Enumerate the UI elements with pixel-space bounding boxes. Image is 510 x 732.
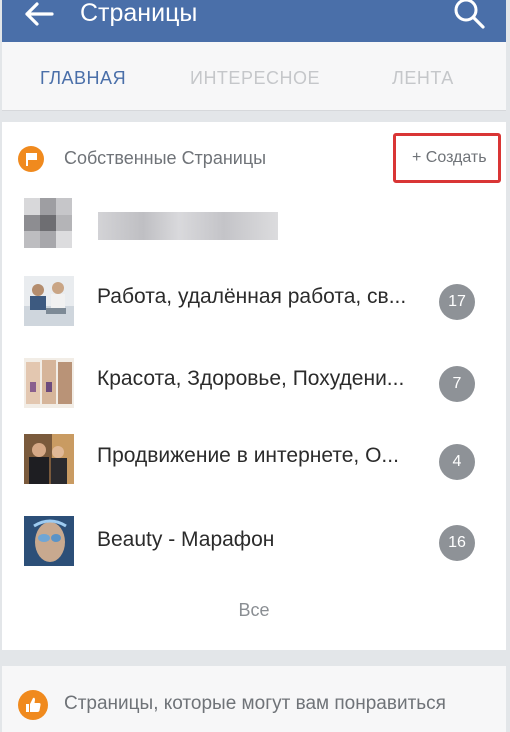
page-row[interactable]: Продвижение в интернете, О... 4 bbox=[2, 426, 506, 504]
page-count-badge: 17 bbox=[439, 284, 475, 320]
create-page-label: + Создать bbox=[412, 149, 487, 166]
page-avatar bbox=[24, 434, 74, 484]
page-avatar bbox=[24, 358, 74, 408]
search-icon[interactable] bbox=[452, 0, 486, 30]
blurred-avatar bbox=[24, 198, 72, 248]
show-all-link[interactable]: Все bbox=[2, 600, 506, 621]
tab-main[interactable]: ГЛАВНАЯ bbox=[40, 68, 126, 89]
page-row[interactable]: Работа, удалённая работа, св... 17 bbox=[2, 262, 506, 340]
page-avatar bbox=[24, 516, 74, 566]
blurred-page-row[interactable] bbox=[2, 194, 506, 256]
tab-feed[interactable]: ЛЕНТА bbox=[392, 68, 454, 89]
page-name: Красота, Здоровье, Похудени... bbox=[97, 367, 405, 390]
page-count-badge: 16 bbox=[439, 525, 475, 561]
app-bar: Страницы bbox=[2, 0, 506, 42]
page-name: Продвижение в интернете, О... bbox=[97, 444, 399, 467]
page-avatar bbox=[24, 276, 74, 326]
page-count-badge: 4 bbox=[439, 444, 475, 480]
tab-interesting[interactable]: ИНТЕРЕСНОЕ bbox=[190, 68, 320, 89]
thumbs-up-icon bbox=[18, 690, 48, 720]
tab-bar: ГЛАВНАЯ ИНТЕРЕСНОЕ ЛЕНТА bbox=[2, 42, 506, 111]
page-title: Страницы bbox=[80, 0, 198, 27]
page-name: Работа, удалённая работа, св... bbox=[97, 285, 407, 308]
blurred-page-name bbox=[98, 212, 278, 240]
own-pages-title: Собственные Страницы bbox=[64, 148, 267, 168]
page-row[interactable]: Beauty - Марафон 16 bbox=[2, 504, 506, 582]
page-row[interactable]: Красота, Здоровье, Похудени... 7 bbox=[2, 344, 506, 422]
section-divider bbox=[2, 650, 506, 666]
flag-icon bbox=[18, 146, 44, 172]
recommended-pages-header[interactable]: Страницы, которые могут вам понравиться bbox=[2, 666, 506, 732]
recommended-pages-title: Страницы, которые могут вам понравиться bbox=[64, 693, 446, 714]
own-pages-card: Собственные Страницы + Создать Работа, у… bbox=[2, 122, 506, 650]
create-page-button[interactable]: + Создать bbox=[393, 133, 501, 183]
arrow-left-icon[interactable] bbox=[24, 1, 54, 27]
page-name: Beauty - Марафон bbox=[97, 528, 275, 551]
page-count-badge: 7 bbox=[439, 366, 475, 402]
screen: Страницы ГЛАВНАЯ ИНТЕРЕСНОЕ ЛЕНТА Собств… bbox=[2, 0, 506, 732]
own-pages-header: Собственные Страницы + Создать bbox=[2, 122, 506, 194]
